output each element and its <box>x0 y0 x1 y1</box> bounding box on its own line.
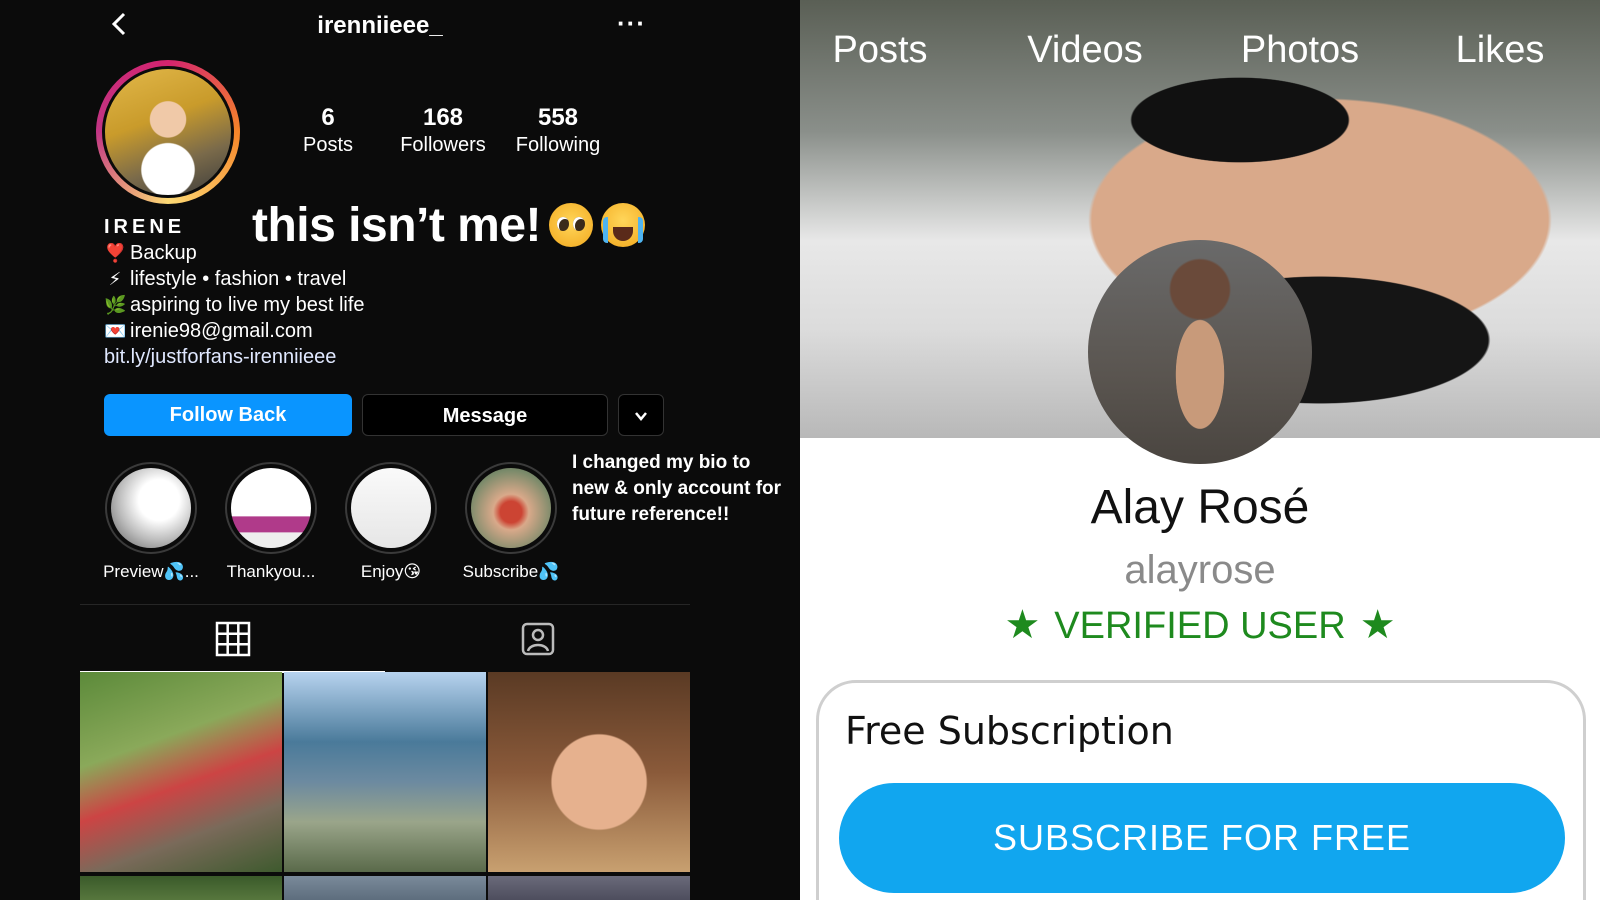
bio-line: 🌿 aspiring to live my best life <box>104 292 365 318</box>
subscription-card: Free Subscription SUBSCRIBE FOR FREE <box>816 680 1586 900</box>
chevron-down-icon <box>635 412 647 421</box>
cover-stat-likes: Likes <box>1440 0 1560 72</box>
highlight-item[interactable]: Enjoy😘 <box>336 462 446 582</box>
highlight-ring <box>465 462 557 554</box>
verified-badge: ★ VERIFIED USER ★ <box>800 602 1600 648</box>
post-thumbnail[interactable] <box>488 672 690 872</box>
highlight-ring <box>345 462 437 554</box>
highlight-cover <box>471 468 551 548</box>
herb-icon: 🌿 <box>104 295 127 315</box>
post-thumbnail[interactable] <box>80 672 282 872</box>
highlight-cover <box>351 468 431 548</box>
cover-stat-photos: Photos <box>1225 0 1375 72</box>
subscription-title: Free Subscription <box>845 709 1174 753</box>
cover-stat-label: Photos <box>1240 29 1360 71</box>
follow-back-button[interactable]: Follow Back <box>104 394 352 436</box>
suggestions-dropdown-button[interactable] <box>618 394 664 436</box>
posts-grid <box>80 672 690 900</box>
stat-followers[interactable]: 168 Followers <box>383 104 503 157</box>
highlight-item[interactable]: Thankyou... <box>216 462 326 582</box>
star-icon: ★ <box>1004 603 1041 647</box>
tagged-person-icon <box>521 622 554 656</box>
profile-stats: 6 Posts 168 Followers 558 Following <box>268 104 608 164</box>
tab-posts-grid[interactable] <box>80 605 385 673</box>
instagram-profile-screenshot: irenniieee_ ··· 6 Posts 168 Followers 55… <box>0 0 800 900</box>
grid-icon <box>215 621 250 657</box>
story-highlights: Preview💦... Thankyou... Enjoy😘 Subscribe… <box>96 462 576 586</box>
stat-label: Following <box>515 134 601 156</box>
stat-value: 6 <box>321 104 335 131</box>
profile-avatar[interactable] <box>96 60 240 204</box>
highlight-cover <box>111 468 191 548</box>
bio-line: 💌 irenie98@gmail.com <box>104 318 365 344</box>
bio-line-text: Backup <box>130 242 197 264</box>
pleading-face-icon <box>549 203 594 247</box>
bio-line-text: aspiring to live my best life <box>130 294 365 316</box>
profile-bio: IRENE ❣️ Backup ⚡ lifestyle • fashion • tr… <box>104 214 365 370</box>
bio-link[interactable]: bit.ly/justforfans-irenniieee <box>104 344 365 370</box>
tab-tagged[interactable] <box>385 605 690 671</box>
stat-label: Posts <box>302 134 354 156</box>
fan-site-profile-screenshot: Posts Videos Photos Likes Alay Rosé alay… <box>800 0 1600 900</box>
highlight-label: Preview💦... <box>103 562 199 581</box>
fan-profile-avatar[interactable] <box>1088 240 1312 464</box>
bio-line: ❣️ Backup <box>104 240 365 266</box>
highlight-ring <box>105 462 197 554</box>
heart-exclamation-icon: ❣️ <box>104 243 127 263</box>
highlight-ring <box>225 462 317 554</box>
highlight-label: Thankyou... <box>226 562 316 581</box>
highlight-item[interactable]: Subscribe💦 <box>456 462 566 582</box>
cover-stat-videos: Videos <box>1015 0 1155 72</box>
stat-following[interactable]: 558 Following <box>498 104 618 157</box>
highlight-item[interactable]: Preview💦... <box>96 462 206 582</box>
fan-handle: alayrose <box>1124 548 1276 592</box>
top-bar: irenniieee_ ··· <box>80 0 680 52</box>
cover-stat-label: Posts <box>832 29 928 71</box>
love-letter-icon: 💌 <box>104 321 127 341</box>
stat-label: Followers <box>400 134 486 156</box>
highlight-label: Subscribe💦 <box>462 562 560 581</box>
profile-tabs <box>80 604 690 673</box>
bio-email: irenie98@gmail.com <box>130 320 313 342</box>
display-name: IRENE <box>104 216 186 238</box>
bio-line-text: lifestyle • fashion • travel <box>130 268 347 290</box>
more-options-icon[interactable]: ··· <box>617 8 646 39</box>
star-icon: ★ <box>1359 603 1396 647</box>
post-thumbnail[interactable] <box>284 672 486 872</box>
cover-stat-posts: Posts <box>820 0 940 72</box>
highlight-label: Enjoy😘 <box>360 562 422 581</box>
stat-posts[interactable]: 6 Posts <box>268 104 388 157</box>
post-thumbnail[interactable] <box>80 876 282 900</box>
verified-text: VERIFIED USER <box>1054 605 1346 647</box>
post-thumbnail[interactable] <box>284 876 486 900</box>
avatar-photo <box>102 66 234 198</box>
stat-value: 558 <box>537 104 579 131</box>
subscribe-button[interactable]: SUBSCRIBE FOR FREE <box>839 783 1565 893</box>
message-button[interactable]: Message <box>362 394 608 436</box>
highlight-cover <box>231 468 311 548</box>
fan-display-name: Alay Rosé <box>1090 481 1310 534</box>
stat-value: 168 <box>422 104 464 131</box>
cover-stat-label: Likes <box>1455 29 1545 71</box>
cover-stat-label: Videos <box>1027 29 1143 71</box>
annotation-note: I changed my bio to new & only account f… <box>572 452 782 525</box>
post-thumbnail[interactable] <box>488 876 690 900</box>
lightning-icon: ⚡ <box>108 269 122 289</box>
profile-username: irenniieee_ <box>317 12 443 39</box>
bio-line: ⚡ lifestyle • fashion • travel <box>104 266 365 292</box>
crying-face-icon <box>601 203 646 247</box>
